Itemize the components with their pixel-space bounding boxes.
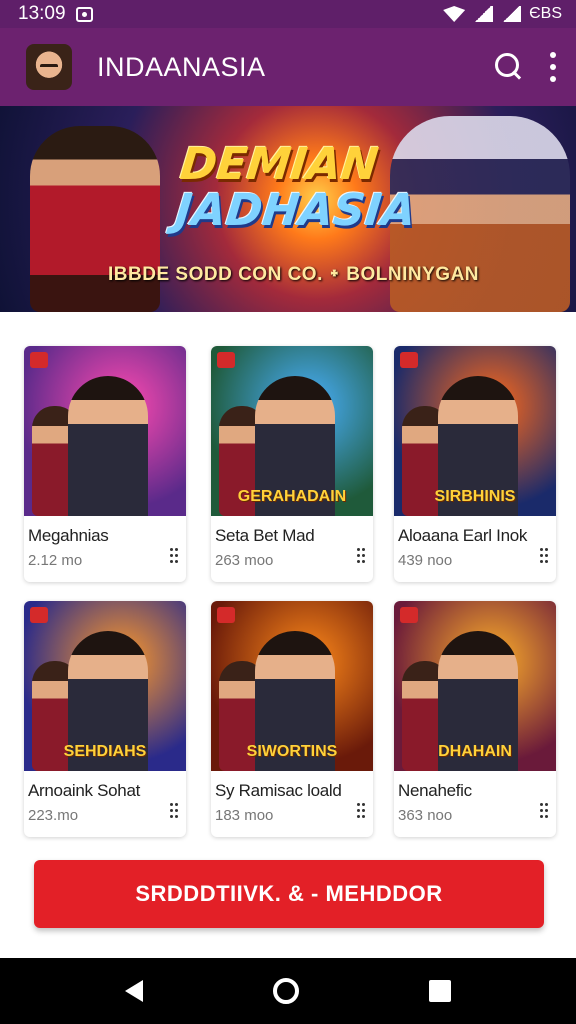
thumbnail-badge (400, 352, 418, 368)
game-name: Sy Ramisac loald (215, 781, 342, 800)
game-card[interactable]: SEHDIAHS Arnoaink Sohat 223.mo (24, 601, 186, 837)
home-icon[interactable] (273, 978, 299, 1004)
thumbnail-logo: SIWORTINS (246, 743, 338, 760)
game-name: Arnoaink Sohat (28, 781, 141, 800)
status-left: 13:09 (18, 3, 93, 25)
game-card[interactable]: Megahnias 2.12 mo (24, 346, 186, 582)
search-icon[interactable] (492, 50, 526, 84)
game-thumbnail: DHAHAIN (394, 601, 556, 771)
signal-icon (473, 6, 494, 22)
game-name: Seta Bet Mad (215, 526, 315, 545)
card-menu-icon[interactable] (170, 548, 178, 564)
card-menu-icon[interactable] (357, 548, 365, 564)
game-card[interactable]: DHAHAIN Nenahefic 363 noo (394, 601, 556, 837)
thumbnail-badge (217, 607, 235, 623)
thumbnail-badge (30, 607, 48, 623)
game-name: Aloaana Earl Inok (398, 526, 528, 545)
game-card[interactable]: GERAHADAIN Seta Bet Mad 263 moo (211, 346, 373, 582)
cta-button[interactable]: SRDDDTIIVK. & - MEHDDOR (34, 860, 544, 928)
avatar[interactable] (26, 44, 72, 90)
thumbnail-badge (400, 607, 418, 623)
app-bar: INDAANASIA (0, 28, 576, 106)
game-size: 2.12 mo (28, 552, 83, 569)
game-thumbnail (24, 346, 186, 516)
status-bar: 13:09 ЄBS (0, 0, 576, 28)
thumbnail-logo: SEHDIAHS (63, 743, 147, 760)
signal-icon-2 (501, 6, 522, 22)
status-right-text: ЄBS (529, 5, 562, 22)
thumbnail-badge (217, 352, 235, 368)
back-icon[interactable] (125, 980, 143, 1002)
recents-icon[interactable] (429, 980, 451, 1002)
thumbnail-logo: GERAHADAIN (237, 488, 347, 505)
app-title: INDAANASIA (97, 51, 266, 82)
card-menu-icon[interactable] (540, 548, 548, 564)
status-right: ЄBS (443, 5, 562, 23)
game-card[interactable]: SIRBHINIS Aloaana Earl Inok 439 noo (394, 346, 556, 582)
banner-title-line2: JADHASIA (172, 185, 419, 236)
game-name: Megahnias (28, 526, 109, 545)
game-name: Nenahefic (398, 781, 472, 800)
navigation-bar (0, 958, 576, 1024)
banner-subtitle: IBBDE SODD CON CO. ᛭ BOLNINYGAN (108, 264, 480, 285)
game-thumbnail: SEHDIAHS (24, 601, 186, 771)
status-time: 13:09 (18, 3, 66, 24)
game-size: 223.mo (28, 807, 79, 824)
game-card[interactable]: SIWORTINS Sy Ramisac loald 183 moo (211, 601, 373, 837)
game-size: 363 noo (398, 807, 453, 824)
thumbnail-logo: DHAHAIN (438, 743, 512, 760)
more-options-icon[interactable] (548, 52, 558, 82)
game-thumbnail: SIWORTINS (211, 601, 373, 771)
banner-title-line1: DEMIAN (177, 139, 381, 190)
game-size: 183 moo (215, 807, 274, 824)
banner-title: DEMIAN JADHASIA (172, 139, 423, 236)
promo-banner[interactable]: DEMIAN JADHASIA IBBDE SODD CON CO. ᛭ BOL… (0, 106, 576, 312)
thumbnail-hero-figure (68, 376, 148, 516)
thumbnail-badge (30, 352, 48, 368)
card-menu-icon[interactable] (540, 803, 548, 819)
game-size: 263 moo (215, 552, 274, 569)
game-thumbnail: GERAHADAIN (211, 346, 373, 516)
card-menu-icon[interactable] (170, 803, 178, 819)
notification-icon (75, 6, 93, 22)
game-size: 439 noo (398, 552, 453, 569)
thumbnail-logo: SIRBHINIS (434, 488, 516, 505)
game-thumbnail: SIRBHINIS (394, 346, 556, 516)
card-menu-icon[interactable] (357, 803, 365, 819)
wifi-icon (443, 6, 466, 22)
